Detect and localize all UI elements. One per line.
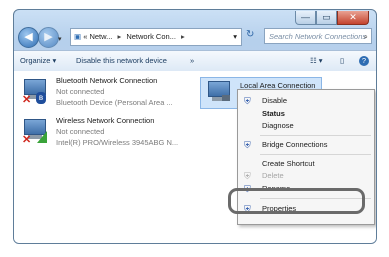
breadcrumb-network-connections[interactable]: Network Con... [126,32,176,41]
window-controls: — ▭ ✕ [295,11,369,25]
menu-item-disable[interactable]: Disable [262,96,287,105]
network-adapter-icon: ✕ ʙ [22,77,52,106]
minimize-button[interactable]: — [295,11,316,25]
refresh-icon[interactable]: ↻ [246,29,254,40]
search-input[interactable]: Search Network Connections ⌕ [264,28,372,44]
more-commands-button[interactable]: » [190,51,194,71]
navigation-bar: ◀ ▶ ▾ ▣ « Netw... ▸ Network Con... ▸ ▾ ↻… [14,26,376,48]
menu-item-bridge-connections[interactable]: Bridge Connections [262,140,327,149]
breadcrumb-separator[interactable]: ▸ [181,32,185,41]
preview-pane-icon[interactable]: ▯ [340,51,344,71]
connection-status: Not connected [56,127,105,136]
connection-status: Not connected [56,87,105,96]
help-icon[interactable]: ? [359,56,369,66]
network-adapter-icon [206,79,236,105]
search-icon[interactable]: ⌕ [364,29,368,43]
address-dropdown-chevron-down-icon[interactable]: ▾ [233,29,237,45]
disconnected-x-icon: ✕ [22,134,32,146]
organize-button[interactable]: Organize ▾ [20,51,56,71]
shield-icon: ⛨ [244,171,251,181]
disconnected-x-icon: ✕ [22,94,32,106]
connection-name: Wireless Network Connection [56,116,155,125]
address-root: « [83,32,88,41]
disable-device-button[interactable]: Disable this network device [76,51,167,71]
menu-item-delete: Delete [262,171,284,180]
menu-item-create-shortcut[interactable]: Create Shortcut [262,159,315,168]
maximize-button[interactable]: ▭ [316,11,337,25]
forward-arrow-icon[interactable]: ▶ [38,27,59,48]
address-bar[interactable]: ▣ « Netw... ▸ Network Con... ▸ ▾ [70,28,242,46]
menu-divider [260,135,371,136]
properties-highlight-ring [228,188,365,214]
menu-divider [260,154,371,155]
menu-item-status[interactable]: Status [262,109,285,118]
network-folder-icon: ▣ [74,32,82,41]
change-view-icon[interactable]: ☷ ▾ [310,51,323,71]
connection-device: Intel(R) PRO/Wireless 3945ABG N... [56,138,179,147]
shield-icon: ⛨ [244,140,251,150]
bluetooth-icon: ʙ [36,92,46,104]
back-arrow-icon[interactable]: ◀ [18,27,39,48]
close-button[interactable]: ✕ [337,11,369,25]
signal-bars-icon [37,131,47,143]
connection-device: Bluetooth Device (Personal Area ... [56,98,173,107]
search-placeholder: Search Network Connections [269,32,367,41]
connection-name: Bluetooth Network Connection [56,76,158,85]
breadcrumb-network[interactable]: Netw... [89,32,112,41]
breadcrumb-separator[interactable]: ▸ [117,32,121,41]
menu-item-diagnose[interactable]: Diagnose [262,121,294,130]
shield-icon: ⛨ [244,96,251,106]
recent-pages-chevron-down-icon[interactable]: ▾ [58,35,62,43]
command-bar: Organize ▾ Disable this network device »… [14,50,376,72]
network-adapter-icon: ✕ [22,117,52,146]
cable-icon [222,95,230,101]
